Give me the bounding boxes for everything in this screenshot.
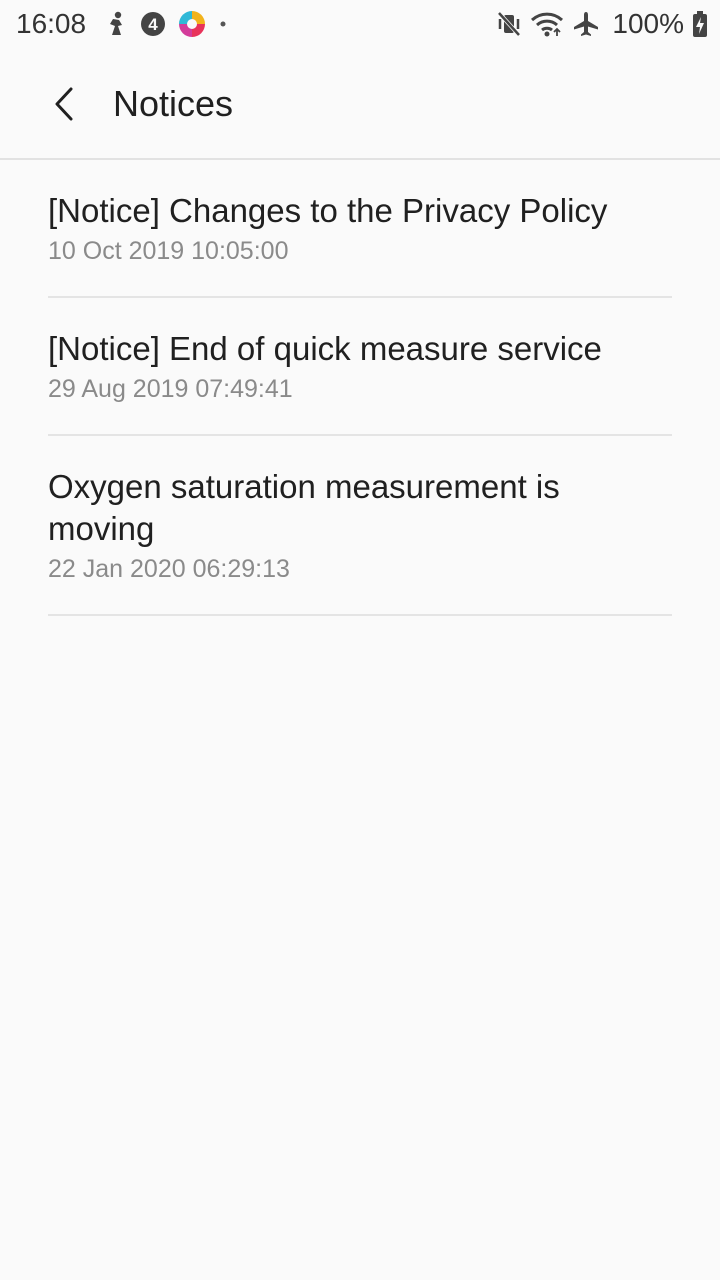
notice-title: [Notice] End of quick measure service xyxy=(48,330,602,367)
page-title: Notices xyxy=(113,83,234,124)
wifi-icon xyxy=(530,10,564,38)
running-person-icon xyxy=(104,11,128,37)
list-item[interactable]: [Notice] Changes to the Privacy Policy 1… xyxy=(48,160,672,298)
status-right-icons: 100% xyxy=(488,8,708,40)
list-item[interactable]: Oxygen saturation measurement is moving … xyxy=(48,436,672,616)
airplane-icon xyxy=(572,10,600,38)
app-bar: Notices xyxy=(0,48,720,160)
back-button[interactable] xyxy=(36,76,92,132)
notice-title: [Notice] Changes to the Privacy Policy xyxy=(48,192,608,229)
status-bar: 16:08 4 100% xyxy=(0,0,720,48)
notice-date: 10 Oct 2019 10:05:00 xyxy=(48,237,289,265)
status-time: 16:08 xyxy=(16,8,87,39)
notice-title: Oxygen saturation measurement is moving xyxy=(48,468,560,547)
notification-4-icon: 4 xyxy=(140,11,166,37)
status-left-icons: 4 xyxy=(104,8,240,40)
colorful-app-icon xyxy=(178,10,206,38)
svg-text:4: 4 xyxy=(148,15,158,34)
notice-date: 22 Jan 2020 06:29:13 xyxy=(48,555,290,583)
notice-date: 29 Aug 2019 07:49:41 xyxy=(48,375,293,403)
vibrate-mute-icon xyxy=(496,10,522,38)
battery-charging-icon xyxy=(692,10,708,38)
notice-list: [Notice] Changes to the Privacy Policy 1… xyxy=(48,160,672,616)
dot-icon xyxy=(218,19,228,29)
chevron-left-icon xyxy=(55,87,73,121)
list-item[interactable]: [Notice] End of quick measure service 29… xyxy=(48,298,672,436)
battery-percentage: 100% xyxy=(612,8,684,39)
